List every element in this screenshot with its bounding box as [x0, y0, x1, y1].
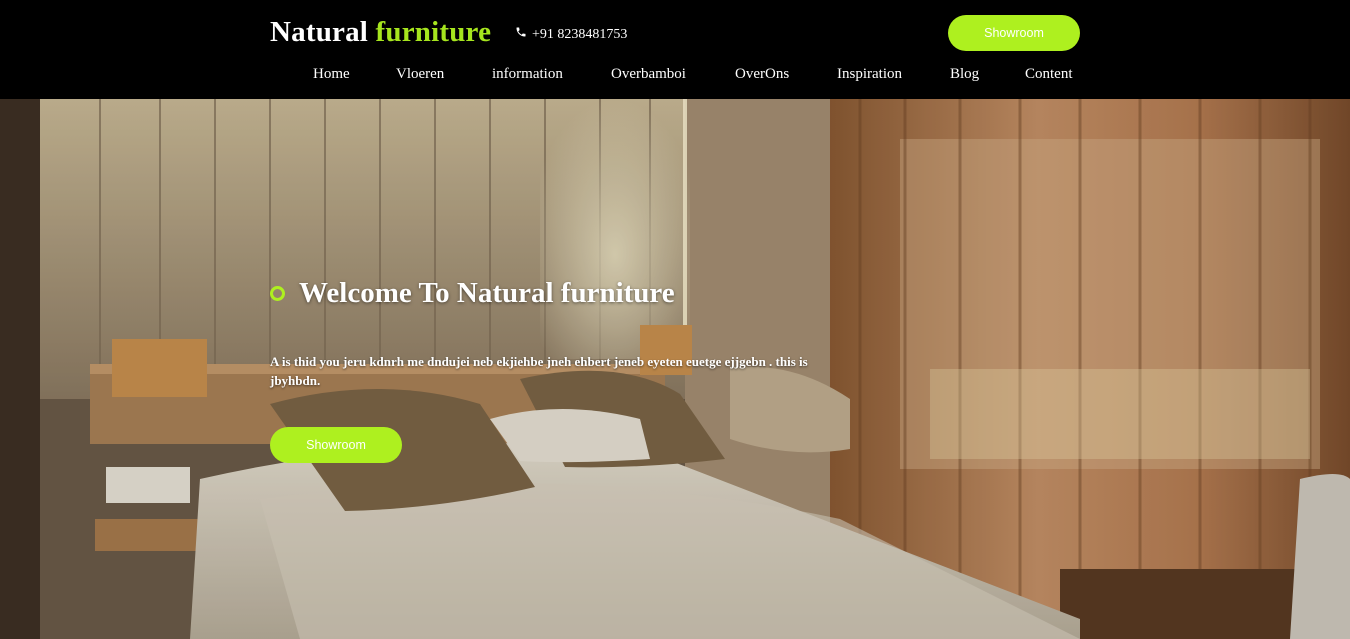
phone-contact[interactable]: +91 8238481753	[515, 26, 627, 43]
site-header: Natural furniture +91 8238481753 Showroo…	[0, 0, 1350, 99]
logo-accent: furniture	[375, 16, 492, 48]
nav-item-vloeren[interactable]: Vloeren	[396, 66, 444, 83]
hero-description: A is thid you jeru kdnrh me dndujei neb …	[270, 354, 808, 388]
ring-icon	[270, 286, 285, 301]
showroom-button-hero[interactable]: Showroom	[270, 427, 402, 463]
nav-item-overbamboi[interactable]: Overbamboi	[611, 66, 686, 83]
logo[interactable]: Natural furniture	[270, 16, 491, 49]
nav-item-overons[interactable]: OverOns	[735, 66, 789, 83]
main-nav: Home Vloeren information Overbamboi Over…	[0, 66, 1350, 88]
hero-title: Welcome To Natural furniture	[299, 277, 675, 309]
hero-section: Welcome To Natural furniture A is thid y…	[0, 99, 1350, 639]
nav-item-content[interactable]: Content	[1025, 66, 1073, 83]
phone-number: +91 8238481753	[532, 26, 628, 42]
hero-heading: Welcome To Natural furniture	[270, 277, 675, 310]
nav-item-information[interactable]: information	[492, 66, 563, 83]
logo-main: Natural	[270, 16, 369, 48]
phone-icon	[515, 26, 527, 43]
showroom-button-header[interactable]: Showroom	[948, 15, 1080, 51]
nav-item-inspiration[interactable]: Inspiration	[837, 66, 902, 83]
nav-item-blog[interactable]: Blog	[950, 66, 979, 83]
nav-item-home[interactable]: Home	[313, 66, 350, 83]
